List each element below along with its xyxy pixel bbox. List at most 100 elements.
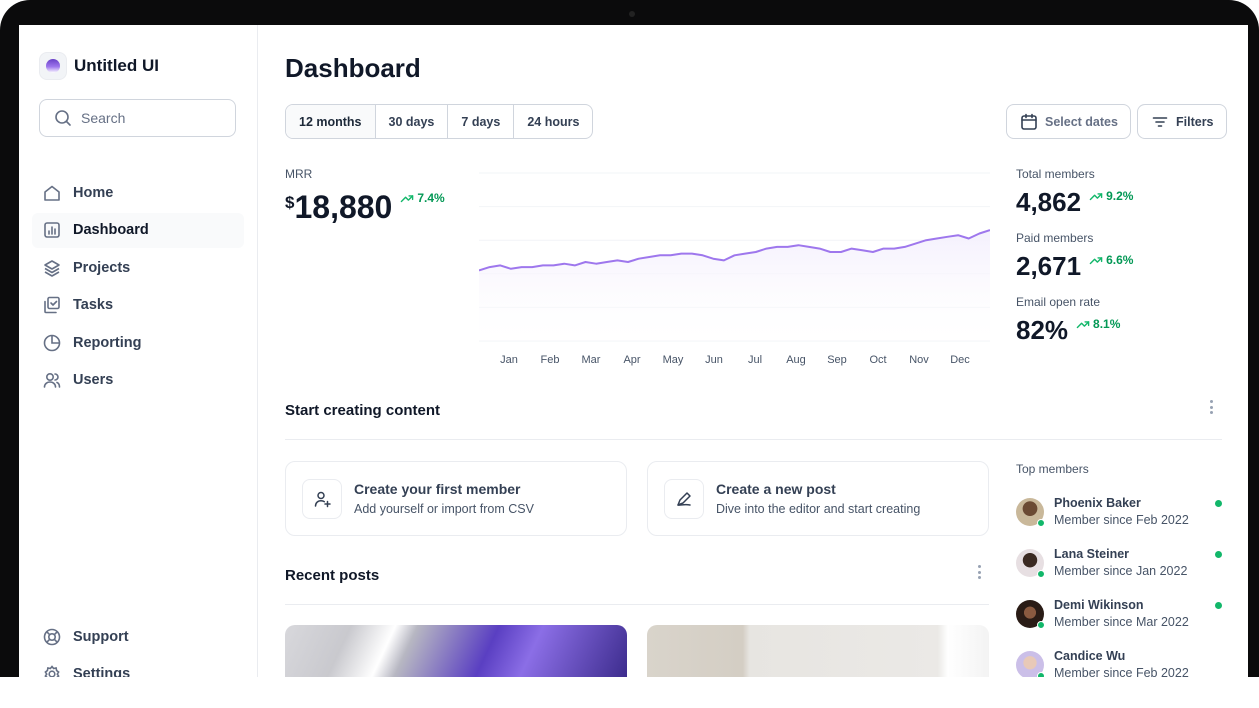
member-name: Lana Steiner — [1054, 547, 1130, 561]
online-status — [1037, 672, 1045, 677]
card-title: Create your first member — [354, 481, 521, 497]
page-title: Dashboard — [285, 53, 421, 83]
member-name: Phoenix Baker — [1054, 496, 1141, 510]
mrr-value: 18,880 — [294, 189, 393, 225]
stat-total-members: Total members 4,862 9.2% — [1016, 167, 1222, 218]
sidebar-item-support[interactable]: Support — [32, 619, 244, 654]
avatar — [1016, 600, 1045, 629]
recent-more-icon[interactable] — [978, 565, 982, 579]
status-dot — [1215, 602, 1222, 609]
app-name: Untitled UI — [74, 56, 159, 75]
trend-up-icon — [1089, 253, 1103, 267]
pie-chart-icon — [42, 333, 62, 353]
main-content: Dashboard 12 months 30 days 7 days 24 ho… — [285, 25, 1227, 677]
member-item[interactable]: Candice Wu Member since Feb 2022 — [1016, 649, 1222, 677]
tab-12-months[interactable]: 12 months — [286, 105, 376, 138]
chart-x-tick-label: Apr — [623, 354, 640, 366]
stat-value: 4,862 — [1016, 187, 1082, 217]
stat-change: 6.6% — [1106, 253, 1134, 267]
member-since: Member since Feb 2022 — [1054, 666, 1189, 677]
sidebar-item-dashboard[interactable]: Dashboard — [32, 212, 244, 248]
member-name: Demi Wikinson — [1054, 598, 1144, 612]
card-subtitle: Dive into the editor and start creating — [716, 502, 921, 516]
chart-x-tick-label: Oct — [869, 354, 886, 366]
sidebar-item-label: Projects — [73, 259, 131, 276]
time-range-tabs: 12 months 30 days 7 days 24 hours — [285, 104, 594, 139]
camera-dot — [629, 11, 635, 17]
chart-x-tick-label: Mar — [582, 354, 601, 366]
tab-30-days[interactable]: 30 days — [376, 105, 449, 138]
device-frame: Untitled UI Search Home Dashboard Projec… — [0, 0, 1259, 677]
member-since: Member since Jan 2022 — [1054, 564, 1188, 578]
stat-change: 8.1% — [1093, 317, 1121, 331]
content-divider — [285, 439, 1222, 440]
top-members-list: Phoenix Baker Member since Feb 2022 Lana… — [1016, 496, 1222, 677]
trend-up-icon — [1089, 189, 1103, 203]
sidebar-item-users[interactable]: Users — [32, 363, 244, 398]
online-status — [1037, 621, 1045, 629]
sidebar-item-reporting[interactable]: Reporting — [32, 325, 244, 360]
bar-chart-icon — [42, 220, 62, 240]
stat-change: 9.2% — [1106, 189, 1134, 203]
mrr-change: 7.4% — [417, 191, 445, 205]
sidebar-item-settings[interactable]: Settings — [32, 657, 244, 677]
content-more-icon[interactable] — [1210, 400, 1214, 414]
chart-area — [479, 230, 990, 341]
content-section-title: Start creating content — [285, 402, 441, 419]
sidebar-item-projects[interactable]: Projects — [32, 250, 244, 285]
create-member-card[interactable]: Create your first member Add yourself or… — [285, 461, 627, 536]
card-title: Create a new post — [716, 481, 836, 497]
calendar-icon — [1019, 112, 1039, 132]
filters-label: Filters — [1176, 114, 1214, 129]
trend-up-icon — [1076, 317, 1090, 331]
logo-icon — [39, 52, 67, 80]
member-item[interactable]: Demi Wikinson Member since Mar 2022 — [1016, 598, 1222, 649]
sidebar: Untitled UI Search Home Dashboard Projec… — [19, 25, 258, 677]
stat-email-open-rate: Email open rate 82% 8.1% — [1016, 295, 1222, 346]
check-square-icon — [42, 295, 62, 315]
sidebar-footer-nav: Support Settings — [32, 619, 244, 677]
member-item[interactable]: Lana Steiner Member since Jan 2022 — [1016, 547, 1222, 598]
stat-trend: 9.2% — [1089, 189, 1133, 203]
stat-value: 82% — [1016, 315, 1069, 345]
top-members-title: Top members — [1016, 462, 1089, 476]
sidebar-item-tasks[interactable]: Tasks — [32, 288, 244, 323]
status-dot — [1215, 500, 1222, 507]
create-post-card[interactable]: Create a new post Dive into the editor a… — [647, 461, 989, 536]
layers-icon — [42, 258, 62, 278]
sidebar-item-label: Tasks — [73, 297, 114, 313]
stat-trend: 6.6% — [1089, 253, 1133, 267]
sidebar-nav: Home Dashboard Projects Tasks Reporting — [32, 175, 244, 400]
tab-7-days[interactable]: 7 days — [448, 105, 515, 138]
post-thumbnail[interactable] — [285, 625, 627, 677]
tab-24-hours[interactable]: 24 hours — [514, 105, 592, 138]
filters-button[interactable]: Filters — [1137, 104, 1227, 139]
filter-lines-icon — [1150, 112, 1170, 132]
member-item[interactable]: Phoenix Baker Member since Feb 2022 — [1016, 496, 1222, 547]
stat-label: Paid members — [1016, 231, 1094, 245]
recent-divider — [285, 604, 989, 605]
online-status — [1037, 570, 1045, 578]
stat-paid-members: Paid members 2,671 6.6% — [1016, 231, 1222, 282]
avatar — [1016, 651, 1045, 677]
mrr-currency: $ — [285, 193, 295, 212]
stat-trend: 8.1% — [1076, 317, 1120, 331]
chart-x-tick-label: Dec — [950, 354, 970, 366]
mrr-label: MRR — [285, 167, 313, 181]
brand[interactable]: Untitled UI — [39, 52, 159, 80]
sidebar-item-label: Reporting — [73, 334, 142, 351]
search-placeholder: Search — [81, 110, 126, 126]
life-buoy-icon — [42, 627, 62, 647]
stat-value: 2,671 — [1016, 251, 1082, 281]
app-screen: Untitled UI Search Home Dashboard Projec… — [19, 25, 1248, 677]
user-plus-icon — [302, 478, 342, 519]
chart-x-tick-label: Jul — [748, 354, 762, 366]
search-input[interactable]: Search — [39, 99, 236, 137]
select-dates-button[interactable]: Select dates — [1006, 104, 1131, 139]
post-thumbnail[interactable] — [647, 625, 989, 677]
chart-x-tick-label: May — [663, 354, 684, 366]
sidebar-item-home[interactable]: Home — [32, 175, 244, 210]
member-since: Member since Mar 2022 — [1054, 615, 1189, 629]
chart-x-tick-label: Feb — [541, 354, 560, 366]
stats-panel: Total members 4,862 9.2% Paid members 2,… — [1016, 167, 1222, 359]
